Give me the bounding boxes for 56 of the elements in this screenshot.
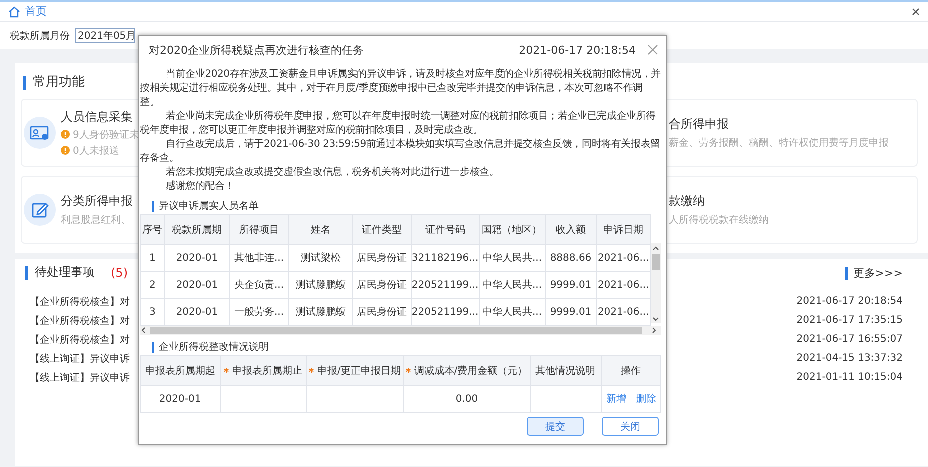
card-description: 人所得税税款在线缴纳: [669, 214, 769, 227]
table-cell: 2: [140, 272, 165, 298]
todo-time: 2021-04-15 13:37:32: [796, 353, 903, 364]
card-title: 款缴纳: [669, 193, 706, 210]
card-title: 分类所得申报: [61, 193, 133, 210]
section-title: 待处理事项: [25, 266, 95, 280]
column-header: 申报表所属期起: [140, 356, 220, 386]
table-cell: 测试梁松: [288, 244, 353, 272]
column-header: 国籍（地区）: [479, 214, 546, 244]
section-title: 异议申诉属实人员名单: [152, 201, 259, 212]
table-cell: 2020-01: [164, 244, 230, 272]
todo-time: 2021-06-17 17:35:15: [796, 315, 903, 326]
column-header: 税款所属期: [164, 214, 230, 244]
section-title: 企业所得税整改情况说明: [152, 342, 269, 353]
table-cell: 321182196...: [411, 244, 480, 272]
column-header: 申报表所属期止: [220, 356, 307, 386]
notice-paragraph: 感谢您的配合！: [165, 180, 236, 194]
card-title: 人员信息采集: [61, 108, 134, 126]
column-header: 申报/更正申报日期: [306, 356, 404, 386]
table-cell: 央企负责...: [230, 272, 289, 298]
section-title: 常用功能: [23, 76, 85, 90]
column-header: 申诉日期: [596, 214, 650, 244]
column-header: 证件类型: [352, 214, 412, 244]
table-cell: 1: [140, 244, 165, 272]
column-header: 序号: [140, 214, 165, 244]
todo-time: 2021-06-17 16:55:07: [796, 334, 903, 345]
dialog-title: 对2020企业所得税疑点再次进行核查的任务: [149, 42, 365, 58]
table-cell: 其他非连...: [230, 244, 289, 272]
table-cell: 居民身份证: [352, 244, 412, 272]
notice-text: 9人身份验证未: [73, 128, 140, 142]
table-cell: 测试滕鹏蝮: [288, 272, 353, 298]
card-description: 利息股息红利、: [61, 214, 132, 227]
column-header: 姓名: [288, 214, 353, 244]
table-cell: 9999.01: [545, 272, 597, 298]
column-header: 调减成本/费用金额（元）: [404, 356, 530, 386]
notice-text: 0人未报送: [73, 144, 120, 158]
todo-count: (5): [111, 266, 128, 280]
table-cell: 8888.66: [545, 244, 597, 272]
table-cell: 中华人民共...: [479, 244, 546, 272]
column-header: 其他情况说明: [530, 356, 601, 386]
dialog-time: 2021-06-17 20:18:54: [519, 44, 636, 56]
todo-time: 2021-01-11 10:15:04: [796, 372, 903, 383]
table-cell: 220521199...: [411, 272, 480, 298]
todo-time: 2021-06-17 20:18:54: [796, 296, 903, 307]
table-cell: 居民身份证: [352, 272, 412, 298]
table-cell: 中华人民共...: [479, 272, 546, 298]
field-label: 税款所属月份: [10, 30, 70, 42]
table-cell: 2020-01: [140, 386, 220, 412]
card-title: 合所得申报: [669, 116, 730, 133]
table-cell: 2020-01: [164, 272, 230, 298]
card-description: 薪金、劳务报酬、稿酬、特许权使用费等月度申报: [669, 136, 889, 150]
column-header: 操作: [601, 356, 660, 386]
column-header: 证件号码: [411, 214, 480, 244]
column-header: 收入额: [545, 214, 597, 244]
table-cell: 0.00: [404, 386, 530, 412]
column-header: 所得项目: [230, 214, 289, 244]
